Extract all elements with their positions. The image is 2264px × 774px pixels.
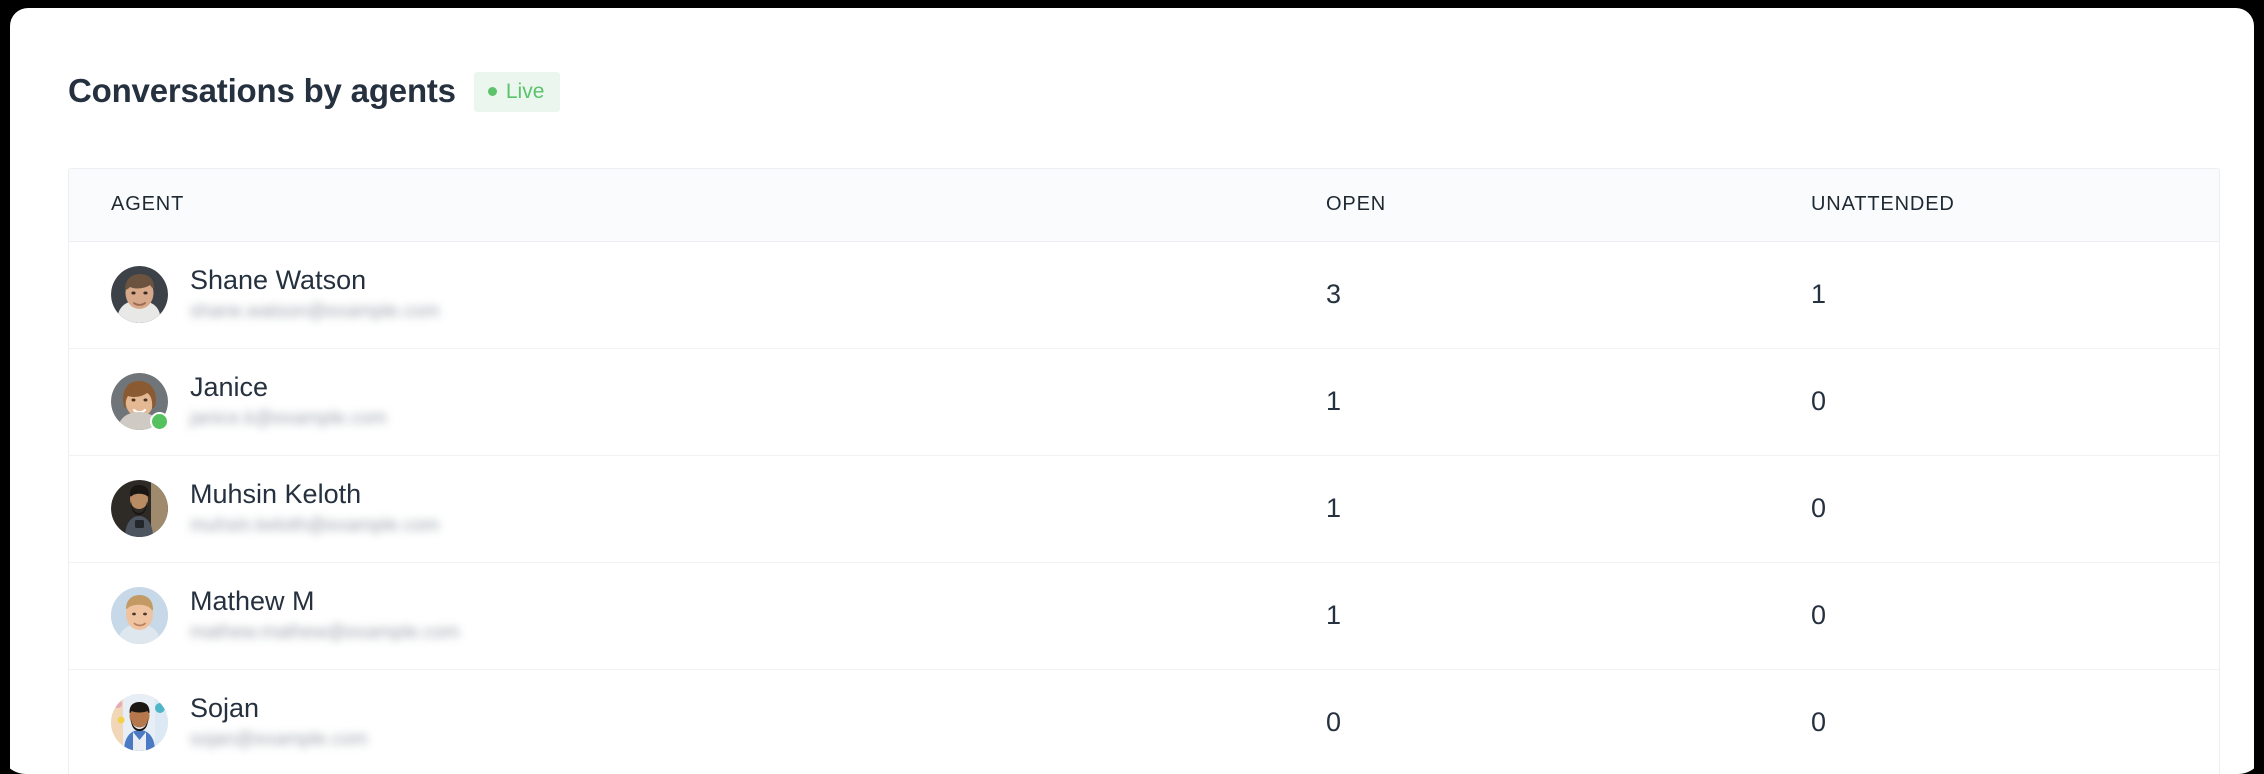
table-row[interactable]: Muhsin Keloth muhsin.keloth@example.com … <box>69 455 2219 563</box>
avatar <box>111 694 168 752</box>
column-header-unattended[interactable]: UNATTENDED <box>1769 169 2219 242</box>
agent-email-redacted: shane.watson@example.com <box>190 301 440 323</box>
avatar <box>111 587 168 644</box>
conversations-by-agents-card: Conversations by agents Live AGENT OPEN … <box>10 8 2254 774</box>
cell-open: 0 <box>1284 669 1769 774</box>
column-header-agent[interactable]: AGENT <box>69 169 1284 242</box>
avatar-photo-muhsin-keloth <box>111 480 168 537</box>
avatar-photo-sojan <box>111 694 168 752</box>
agents-table: AGENT OPEN UNATTENDED Shane Watson shane… <box>69 169 2219 774</box>
agent-email-redacted: muhsin.keloth@example.com <box>190 515 440 537</box>
cell-open: 1 <box>1284 562 1769 670</box>
cell-open: 1 <box>1284 348 1769 456</box>
cell-agent: Janice janice.k@example.com <box>69 348 1284 456</box>
page-title: Conversations by agents <box>68 71 456 109</box>
agent-name: Sojan <box>190 693 260 724</box>
cell-agent: Muhsin Keloth muhsin.keloth@example.com <box>69 455 1284 563</box>
cell-agent: Shane Watson shane.watson@example.com <box>69 241 1284 349</box>
avatar-photo-mathew-m <box>111 587 168 644</box>
cell-open: 1 <box>1284 455 1769 563</box>
agent-name: Mathew M <box>190 586 315 617</box>
table-header: AGENT OPEN UNATTENDED <box>69 169 2219 242</box>
table-row[interactable]: Shane Watson shane.watson@example.com 3 … <box>69 241 2219 349</box>
agent-name: Muhsin Keloth <box>190 479 362 510</box>
status-dot-icon <box>487 87 497 96</box>
table-row[interactable]: Mathew M mathew.mathew@example.com 1 0 <box>69 562 2219 670</box>
avatar <box>111 480 168 537</box>
cell-unattended: 0 <box>1769 562 2219 670</box>
agent-email-redacted: janice.k@example.com <box>190 408 387 430</box>
agent-name: Janice <box>190 372 269 403</box>
avatar <box>111 266 168 323</box>
column-header-open[interactable]: OPEN <box>1284 169 1769 242</box>
agent-email-redacted: sojan@example.com <box>190 729 368 751</box>
avatar-photo-shane-watson <box>111 266 168 323</box>
agents-table-wrapper: AGENT OPEN UNATTENDED Shane Watson shane… <box>68 168 2220 774</box>
cell-agent: Mathew M mathew.mathew@example.com <box>69 562 1284 670</box>
table-body: Shane Watson shane.watson@example.com 3 … <box>69 241 2219 774</box>
cell-unattended: 0 <box>1769 455 2219 563</box>
table-row[interactable]: Janice janice.k@example.com 1 0 <box>69 348 2219 456</box>
online-status-indicator-icon <box>150 412 169 431</box>
status-badge-label: Live <box>505 80 545 103</box>
agent-email-redacted: mathew.mathew@example.com <box>190 622 460 644</box>
cell-open: 3 <box>1284 241 1769 349</box>
table-header-row: AGENT OPEN UNATTENDED <box>69 169 2219 242</box>
cell-unattended: 0 <box>1769 669 2219 774</box>
agent-name: Shane Watson <box>190 265 367 296</box>
cell-agent: Sojan sojan@example.com <box>69 669 1284 774</box>
app-window: Conversations by agents Live AGENT OPEN … <box>0 0 2264 774</box>
table-row[interactable]: Sojan sojan@example.com 0 0 <box>69 669 2219 774</box>
cell-unattended: 0 <box>1769 348 2219 456</box>
avatar <box>111 373 169 431</box>
status-badge-live: Live <box>473 72 561 112</box>
card-header: Conversations by agents Live <box>10 8 2254 116</box>
cell-unattended: 1 <box>1769 241 2219 349</box>
